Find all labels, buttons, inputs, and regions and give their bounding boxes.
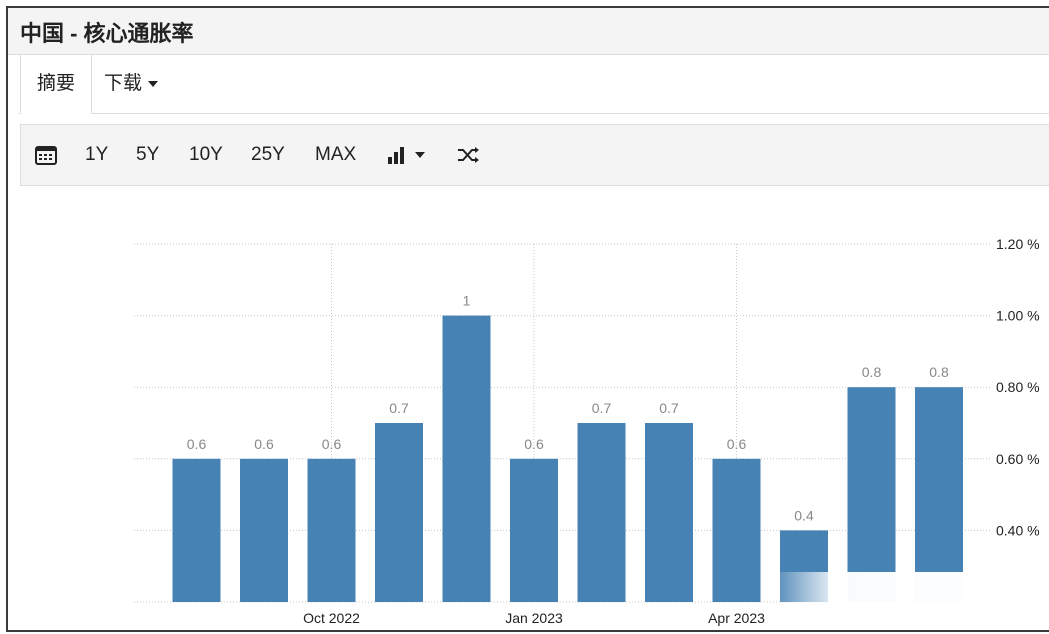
x-tick-label: Apr 2023	[708, 610, 765, 626]
page-title: 中国 - 核心通胀率	[20, 21, 194, 46]
y-tick-label: 0.60 %	[996, 451, 1040, 467]
tab-bar: 摘要 下载	[18, 55, 1049, 114]
bar	[375, 423, 423, 602]
x-tick-label: Oct 2022	[303, 610, 360, 626]
range-1y-button[interactable]: 1Y	[85, 125, 108, 185]
calendar-icon	[35, 145, 57, 165]
bar	[307, 458, 356, 602]
range-25y-button[interactable]: 25Y	[251, 125, 285, 185]
bar-value-label: 1	[463, 293, 471, 309]
bar-value-label: 0.7	[592, 400, 612, 416]
tab-download[interactable]: 下载	[104, 55, 159, 113]
y-tick-label: 0.40 %	[996, 522, 1040, 538]
bar	[510, 458, 558, 602]
bar-chart-icon	[388, 146, 404, 164]
calendar-button[interactable]	[35, 125, 57, 185]
tab-download-label: 下载	[104, 73, 143, 94]
bar-value-label: 0.6	[322, 436, 342, 452]
chevron-down-icon	[148, 80, 159, 87]
watermark-overlay	[770, 572, 1049, 616]
bar	[240, 458, 288, 602]
bar	[645, 423, 693, 602]
y-tick-label: 0.80 %	[996, 379, 1040, 395]
bar	[847, 387, 896, 602]
bar-value-label: 0.8	[929, 364, 949, 380]
range-5y-button[interactable]: 5Y	[136, 125, 159, 185]
bar-value-label: 0.7	[389, 400, 409, 416]
chevron-down-icon	[415, 151, 425, 158]
tab-summary[interactable]: 摘要	[20, 55, 92, 114]
bar-value-label: 0.4	[794, 507, 814, 523]
bar-value-label: 0.6	[727, 436, 747, 452]
bar-chart: 0.40 % 0.60 % 0.80 % 1.00 % 1.20 % 0.6 0.6 0.6 0…	[134, 236, 1040, 626]
range-max-button[interactable]: MAX	[315, 125, 356, 185]
bar-value-label: 0.8	[862, 364, 882, 380]
x-tick-label: Jan 2023	[505, 610, 563, 626]
shuffle-button[interactable]	[457, 125, 481, 185]
range-10y-button[interactable]: 10Y	[189, 125, 223, 185]
bar	[915, 387, 963, 602]
title-bar: 中国 - 核心通胀率	[8, 8, 1049, 55]
bar	[577, 423, 626, 602]
bar-value-label: 0.6	[254, 436, 274, 452]
bar-value-label: 0.7	[659, 400, 679, 416]
shuffle-icon	[458, 146, 479, 163]
bar-value-label: 0.6	[524, 436, 544, 452]
bar	[172, 458, 221, 602]
bar	[442, 315, 491, 602]
y-tick-label: 1.00 %	[996, 308, 1040, 324]
chart-toolbar: 1Y 5Y 10Y 25Y MAX	[20, 124, 1049, 186]
bar-value-label: 0.6	[187, 436, 207, 452]
y-tick-label: 1.20 %	[996, 236, 1040, 252]
bar	[712, 458, 761, 602]
chart-widget: 中国 - 核心通胀率 摘要 下载 1Y 5Y 10Y 25Y MAX 0.40 …	[6, 6, 1049, 632]
chart-type-button[interactable]	[387, 125, 425, 185]
